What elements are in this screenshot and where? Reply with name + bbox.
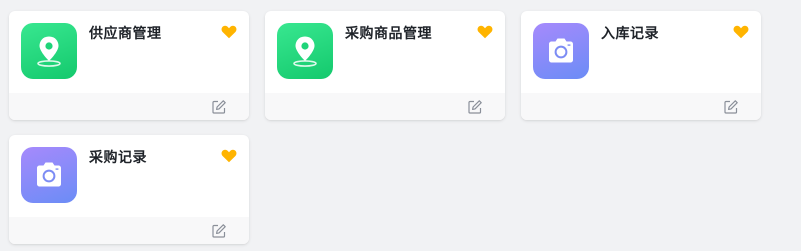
edit-icon[interactable]	[211, 99, 227, 115]
app-card-supplier-management[interactable]: 供应商管理	[9, 11, 249, 120]
map-pin-icon	[277, 23, 333, 79]
card-top: 采购商品管理	[265, 11, 505, 93]
heart-icon[interactable]	[733, 25, 749, 39]
card-title: 采购记录	[89, 149, 147, 165]
card-title: 供应商管理	[89, 25, 162, 41]
card-top: 采购记录	[9, 135, 249, 217]
app-card-purchase-records[interactable]: 采购记录	[9, 135, 249, 244]
card-footer	[9, 93, 249, 120]
camera-icon	[21, 147, 77, 203]
heart-icon[interactable]	[221, 25, 237, 39]
edit-icon[interactable]	[467, 99, 483, 115]
card-title: 入库记录	[601, 25, 659, 41]
card-footer	[265, 93, 505, 120]
camera-icon	[533, 23, 589, 79]
edit-icon[interactable]	[211, 223, 227, 239]
card-top: 供应商管理	[9, 11, 249, 93]
card-title: 采购商品管理	[345, 25, 432, 41]
edit-icon[interactable]	[723, 99, 739, 115]
card-footer	[521, 93, 761, 120]
card-top: 入库记录	[521, 11, 761, 93]
heart-icon[interactable]	[477, 25, 493, 39]
map-pin-icon	[21, 23, 77, 79]
heart-icon[interactable]	[221, 149, 237, 163]
app-card-purchase-goods-management[interactable]: 采购商品管理	[265, 11, 505, 120]
card-footer	[9, 217, 249, 244]
app-card-inbound-records[interactable]: 入库记录	[521, 11, 761, 120]
